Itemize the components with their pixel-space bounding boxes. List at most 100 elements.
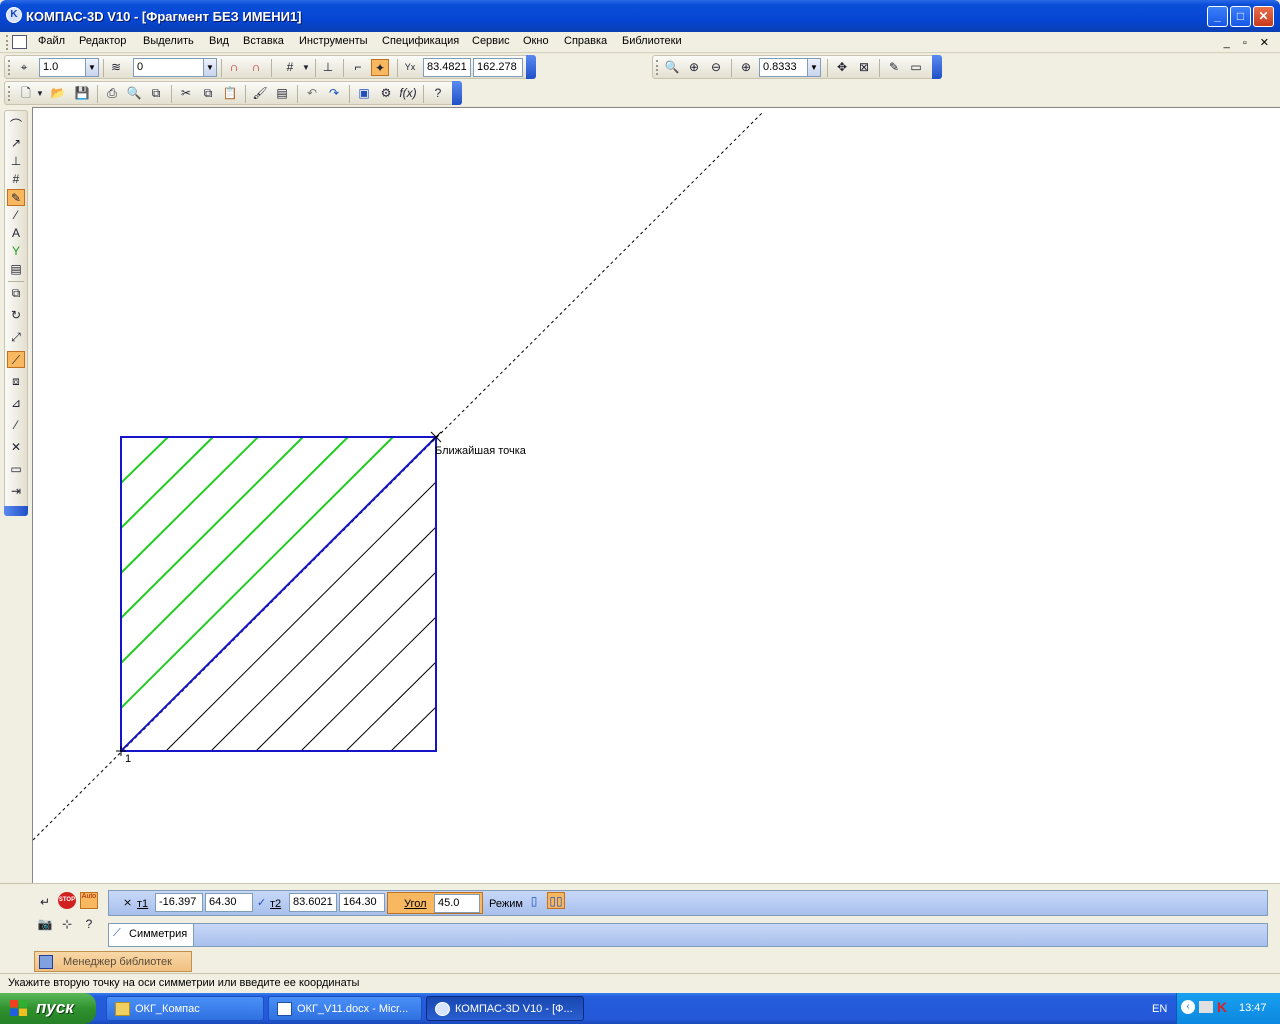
network-icon[interactable] bbox=[1199, 1001, 1213, 1013]
local-snap-icon[interactable]: ∩ bbox=[247, 59, 265, 76]
close-button[interactable]: ✕ bbox=[1253, 6, 1274, 27]
print-icon[interactable]: ⎙ bbox=[103, 85, 121, 102]
paste-icon[interactable]: 📋 bbox=[221, 85, 239, 102]
symmetry-icon[interactable]: ⟋ bbox=[7, 351, 25, 368]
scale-field[interactable]: 1.0 bbox=[39, 58, 87, 77]
maximize-button[interactable]: □ bbox=[1230, 6, 1251, 27]
cut-icon[interactable]: ✂ bbox=[177, 85, 195, 102]
move-icon[interactable]: ⧉ bbox=[7, 285, 25, 302]
tab-symmetry[interactable]: ⟋ Симметрия bbox=[109, 924, 195, 946]
reports-icon[interactable]: ▤ bbox=[7, 261, 25, 278]
mdi-window-buttons[interactable]: _ ▫ ✕ bbox=[1224, 36, 1274, 49]
layer-field[interactable]: 0 bbox=[133, 58, 207, 77]
display-icon[interactable]: ▭ bbox=[907, 59, 925, 76]
menu-view[interactable]: Вид bbox=[209, 35, 229, 47]
mode-delete-original-icon[interactable]: ▯▯ bbox=[547, 892, 565, 909]
create-object-icon[interactable]: ↵ bbox=[36, 894, 54, 911]
editing-icon[interactable]: ✎ bbox=[7, 189, 25, 206]
menu-service[interactable]: Сервис bbox=[472, 35, 510, 47]
menu-select[interactable]: Выделить bbox=[143, 35, 194, 47]
menu-grip[interactable] bbox=[6, 35, 9, 50]
variables-icon[interactable]: ⚙ bbox=[377, 85, 395, 102]
stop-button[interactable]: STOP bbox=[58, 892, 76, 909]
task-word-doc[interactable]: ОКГ_V11.docx - Micr... bbox=[268, 996, 422, 1021]
object-properties-icon[interactable]: ▤ bbox=[273, 85, 291, 102]
parametric-mode-icon[interactable]: ✦ bbox=[371, 59, 389, 76]
layers-icon[interactable]: ≋ bbox=[107, 59, 125, 76]
t2-y-field[interactable]: 164.30 bbox=[339, 893, 385, 912]
ortho-icon[interactable]: ⌐ bbox=[349, 59, 367, 76]
menu-help[interactable]: Справка bbox=[564, 35, 607, 47]
toolbar-options-icon[interactable] bbox=[452, 81, 462, 105]
help-icon[interactable]: ? bbox=[80, 916, 98, 933]
language-indicator[interactable]: EN bbox=[1152, 1003, 1167, 1015]
menu-window[interactable]: Окно bbox=[523, 35, 549, 47]
menu-insert[interactable]: Вставка bbox=[243, 35, 284, 47]
rotate-icon[interactable]: ↻ bbox=[7, 307, 25, 324]
properties-icon[interactable]: ⧉ bbox=[147, 85, 165, 102]
parametrization-icon[interactable]: # bbox=[7, 171, 25, 188]
mode-keep-original-icon[interactable]: ▯ bbox=[525, 893, 543, 910]
toolbar-grip[interactable] bbox=[8, 86, 11, 101]
toolbar-options-icon[interactable] bbox=[932, 55, 942, 79]
toolbar-grip[interactable] bbox=[656, 60, 659, 75]
measure-icon[interactable]: ⁄ bbox=[7, 207, 25, 224]
zoom-dropdown[interactable]: ▼ bbox=[807, 58, 821, 77]
drawing-canvas[interactable]: Ближайшая точка 1 bbox=[32, 107, 1280, 883]
zoom-scale-icon[interactable]: ⊕ bbox=[737, 59, 755, 76]
zoom-window-icon[interactable]: 🔍 bbox=[663, 59, 681, 76]
start-button[interactable]: пуск bbox=[0, 993, 96, 1024]
local-cs-icon[interactable]: ⊥ bbox=[319, 59, 337, 76]
fill-icon[interactable]: ▭ bbox=[7, 461, 25, 478]
zoom-field[interactable]: 0.8333 bbox=[759, 58, 809, 77]
spec-icon[interactable]: Y bbox=[7, 243, 25, 260]
auto-create-button[interactable]: Auto bbox=[80, 892, 98, 909]
t1-y-field[interactable]: 64.30 bbox=[205, 893, 253, 912]
manager-icon[interactable]: ▣ bbox=[355, 85, 373, 102]
pan-icon[interactable]: ✥ bbox=[833, 59, 851, 76]
t2-x-field[interactable]: 83.6021 bbox=[289, 893, 337, 912]
menu-specification[interactable]: Спецификация bbox=[382, 35, 459, 47]
tray-expand-icon[interactable]: ‹ bbox=[1181, 1000, 1195, 1014]
scale-dropdown[interactable]: ▼ bbox=[85, 58, 99, 77]
designations-icon[interactable]: ⊥ bbox=[7, 153, 25, 170]
format-brush-icon[interactable]: 🖌 bbox=[251, 85, 269, 102]
clock[interactable]: 13:47 bbox=[1239, 1002, 1267, 1014]
toolbar-options-icon[interactable] bbox=[526, 55, 536, 79]
split-icon[interactable]: ✕ bbox=[7, 439, 25, 456]
antivirus-icon[interactable]: K bbox=[1217, 999, 1227, 1015]
library-manager-bar[interactable]: Менеджер библиотек bbox=[34, 951, 192, 972]
extend-icon[interactable]: ⇥ bbox=[7, 483, 25, 500]
geometry-icon[interactable]: ⌒ bbox=[7, 117, 25, 134]
new-document-icon[interactable]: 🗋 bbox=[17, 85, 35, 102]
menu-editor[interactable]: Редактор bbox=[79, 35, 126, 47]
print-preview-icon[interactable]: 🔍 bbox=[125, 85, 143, 102]
t1-x-field[interactable]: -16.397 bbox=[155, 893, 203, 912]
refresh-icon[interactable]: ✎ bbox=[885, 59, 903, 76]
deform-icon[interactable]: ⊿ bbox=[7, 395, 25, 412]
grid-dropdown-icon[interactable]: ▼ bbox=[297, 59, 315, 76]
dimensions-icon[interactable]: ↗ bbox=[7, 135, 25, 152]
undo-icon[interactable]: ↶ bbox=[303, 85, 321, 102]
open-icon[interactable]: 📂 bbox=[49, 85, 67, 102]
task-okg-kompas[interactable]: ОКГ_Компас bbox=[106, 996, 264, 1021]
menu-file[interactable]: Файл bbox=[38, 35, 65, 47]
document-menu-icon[interactable] bbox=[12, 35, 27, 49]
new-dropdown-icon[interactable]: ▼ bbox=[35, 85, 45, 102]
snap-settings-icon[interactable]: ⊹ bbox=[58, 916, 76, 933]
zoom-out-icon[interactable]: ⊖ bbox=[707, 59, 725, 76]
copy-objects-icon[interactable]: ⧈ bbox=[7, 373, 25, 390]
compact-toolbar-options-icon[interactable] bbox=[4, 506, 28, 516]
coord-y-field[interactable]: 162.278 bbox=[473, 58, 523, 77]
toolbar-grip[interactable] bbox=[8, 60, 11, 75]
task-kompas-window[interactable]: КОМПАС-3D V10 - [Ф... bbox=[426, 996, 584, 1021]
copy-icon[interactable]: ⧉ bbox=[199, 85, 217, 102]
snapshot-icon[interactable]: 📷 bbox=[36, 916, 54, 933]
scale-icon[interactable]: ⌖ bbox=[15, 59, 33, 76]
function-icon[interactable]: f(x) bbox=[399, 85, 417, 102]
minimize-button[interactable]: _ bbox=[1207, 6, 1228, 27]
zoom-in-icon[interactable]: ⊕ bbox=[685, 59, 703, 76]
redo-icon[interactable]: ↷ bbox=[325, 85, 343, 102]
save-icon[interactable]: 💾 bbox=[73, 85, 91, 102]
menu-libraries[interactable]: Библиотеки bbox=[622, 35, 682, 47]
